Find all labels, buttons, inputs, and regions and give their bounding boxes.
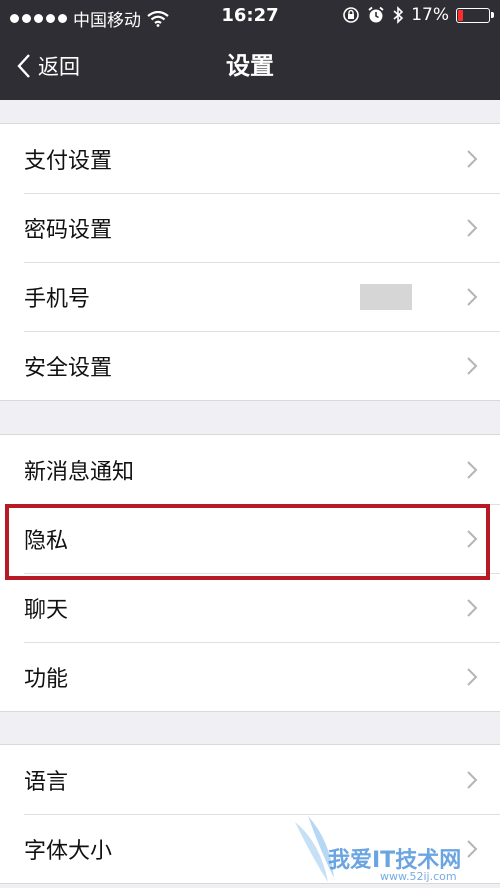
settings-row-notifications[interactable]: 新消息通知: [0, 435, 500, 504]
row-label: 安全设置: [24, 355, 113, 381]
battery-fill: [458, 9, 463, 21]
orientation-lock-icon: [343, 7, 360, 23]
chevron-right-icon: [467, 667, 478, 686]
settings-row-phone[interactable]: 手机号: [0, 262, 500, 331]
settings-row-privacy[interactable]: 隐私: [0, 504, 500, 573]
settings-row-font-size[interactable]: 字体大小: [0, 814, 500, 883]
settings-group-account: 支付设置 密码设置 手机号 安全设置: [0, 123, 500, 401]
chevron-right-icon: [467, 460, 478, 479]
chevron-right-icon: [467, 770, 478, 789]
chevron-right-icon: [467, 839, 478, 858]
settings-row-chat[interactable]: 聊天: [0, 573, 500, 642]
row-label: 支付设置: [24, 148, 113, 174]
row-label: 隐私: [24, 528, 69, 554]
row-label: 新消息通知: [24, 459, 135, 485]
settings-row-payment[interactable]: 支付设置: [0, 124, 500, 193]
nav-bar: 返回 设置: [0, 32, 500, 100]
settings-row-language[interactable]: 语言: [0, 745, 500, 814]
battery-icon: [456, 7, 494, 23]
alarm-icon: [368, 6, 384, 23]
row-label: 功能: [24, 666, 69, 692]
chevron-right-icon: [467, 287, 478, 306]
settings-group-display: 语言 字体大小: [0, 744, 500, 884]
row-label: 字体大小: [24, 838, 113, 864]
status-right: 17%: [342, 5, 494, 25]
phone-number-redacted: [360, 283, 412, 310]
settings-row-password[interactable]: 密码设置: [0, 193, 500, 262]
bluetooth-icon: [393, 6, 404, 24]
chevron-right-icon: [467, 149, 478, 168]
chevron-right-icon: [467, 218, 478, 237]
settings-row-features[interactable]: 功能: [0, 642, 500, 711]
status-bar: 中国移动 16:27 17%: [0, 0, 500, 32]
settings-row-security[interactable]: 安全设置: [0, 331, 500, 400]
settings-group-general: 新消息通知 隐私 聊天 功能: [0, 434, 500, 712]
battery-percent: 17%: [411, 5, 449, 25]
row-label: 语言: [24, 769, 69, 795]
row-label: 密码设置: [24, 217, 113, 243]
row-label: 手机号: [24, 286, 91, 312]
chevron-right-icon: [467, 356, 478, 375]
row-label: 聊天: [24, 597, 69, 623]
chevron-right-icon: [467, 529, 478, 548]
page-title: 设置: [226, 52, 274, 80]
chevron-right-icon: [467, 598, 478, 617]
